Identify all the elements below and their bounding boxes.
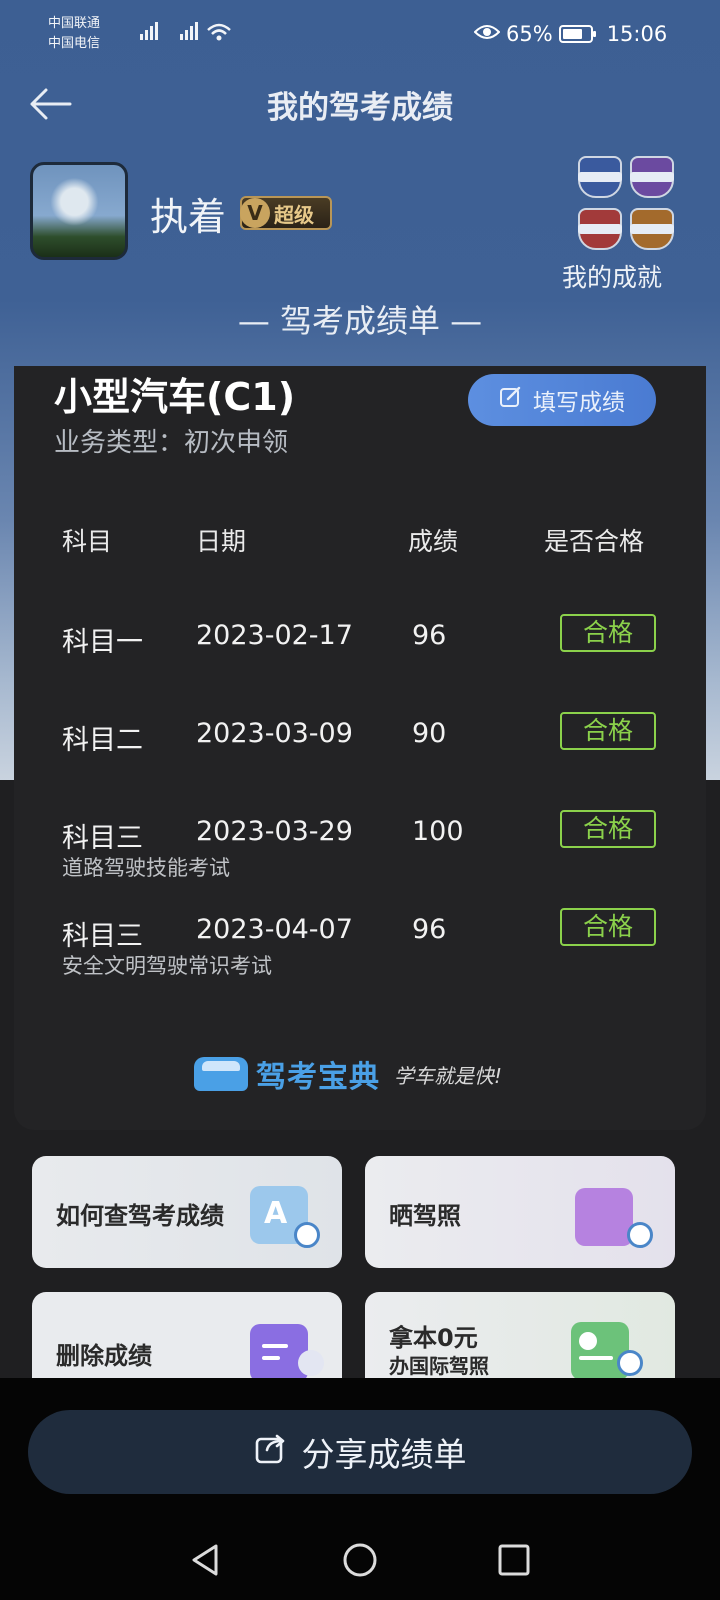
row-note: 道路驾驶技能考试 [62, 856, 230, 880]
brand-logo: 驾考宝典 学车就是快! [194, 1052, 502, 1096]
international-license-tile[interactable]: 拿本0元 办国际驾照 [365, 1292, 675, 1380]
pass-badge: 合格 [560, 810, 656, 848]
car-logo-icon [194, 1057, 248, 1091]
battery-percent: 65% [506, 22, 553, 46]
achievement-badges[interactable] [578, 156, 678, 256]
carrier-2: 中国电信 [48, 36, 101, 51]
sheet-title: — 驾考成绩单 — [237, 302, 483, 340]
score-card: 小型汽车(C1) 业务类型：初次申领 填写成绩 科目 日期 成绩 是否合格 科目… [14, 366, 706, 1130]
fill-score-button[interactable]: 填写成绩 [468, 374, 656, 426]
row-subject: 科目三 [62, 823, 143, 854]
fill-score-label: 填写成绩 [533, 390, 625, 416]
business-type: 业务类型：初次申领 [54, 428, 289, 458]
nav-home-icon[interactable] [340, 1540, 380, 1580]
avatar[interactable] [30, 162, 128, 260]
column-header-date: 日期 [196, 527, 247, 556]
show-license-tile[interactable]: 晒驾照 [365, 1156, 675, 1268]
column-header-subject: 科目 [62, 527, 113, 556]
carrier-1: 中国联通 [48, 16, 101, 31]
nav-back-icon[interactable] [186, 1540, 226, 1580]
battery-icon [558, 25, 596, 43]
table-row: 科目一 2023-02-17 96 合格 [14, 614, 706, 710]
table-row: 科目三 2023-04-07 96 合格 安全文明驾驶常识考试 [14, 908, 706, 1004]
tile-label-line1: 拿本0元 [389, 1324, 478, 1352]
eye-icon [473, 23, 501, 45]
close-icon [298, 1350, 324, 1376]
vip-label: 超级 [274, 202, 314, 227]
tile-label-line2: 办国际驾照 [389, 1354, 489, 1378]
user-name: 执着 [150, 195, 227, 239]
row-date: 2023-02-17 [196, 620, 353, 651]
column-header-score: 成绩 [408, 527, 459, 556]
share-icon [254, 1431, 288, 1473]
share-score-button[interactable]: 分享成绩单 [28, 1410, 692, 1494]
nav-recents-icon[interactable] [494, 1540, 534, 1580]
table-row: 科目二 2023-03-09 90 合格 [14, 712, 706, 808]
pass-badge: 合格 [560, 908, 656, 946]
row-date: 2023-03-09 [196, 718, 353, 749]
vip-letter: V [240, 198, 270, 228]
page-title: 我的驾考成绩 [267, 90, 453, 126]
tile-label: 删除成绩 [56, 1342, 152, 1370]
row-score: 96 [412, 620, 447, 651]
status-bar: 中国联通 中国电信 65% 15:06 [0, 0, 720, 70]
table-row: 科目三 2023-03-29 100 合格 道路驾驶技能考试 [14, 810, 706, 906]
row-date: 2023-04-07 [196, 914, 353, 945]
achievements-link[interactable]: 我的成就 [562, 258, 662, 294]
globe-icon [617, 1350, 643, 1376]
pass-badge: 合格 [560, 614, 656, 652]
pass-badge: 合格 [560, 712, 656, 750]
delete-document-icon [250, 1324, 308, 1380]
how-to-check-score-tile[interactable]: 如何查驾考成绩 A [32, 1156, 342, 1268]
row-score: 100 [412, 816, 464, 847]
medal-icon [578, 156, 622, 198]
row-score: 90 [412, 718, 447, 749]
carrier-info: 中国联通 中国电信 [48, 14, 100, 54]
row-note: 安全文明驾驶常识考试 [62, 954, 272, 978]
magnifier-icon [294, 1222, 320, 1248]
photo-icon [575, 1188, 633, 1246]
tile-label: 晒驾照 [389, 1202, 461, 1230]
column-header-result: 是否合格 [544, 527, 645, 556]
edit-icon [499, 385, 523, 415]
camera-icon [627, 1222, 653, 1248]
row-date: 2023-03-29 [196, 816, 353, 847]
vip-badge[interactable]: V 超级 [240, 196, 332, 230]
row-subject: 科目三 [62, 921, 143, 952]
signal-icon [128, 18, 236, 47]
license-type: 小型汽车(C1) [54, 375, 296, 419]
row-subject: 科目二 [62, 725, 143, 756]
row-subject: 科目一 [62, 627, 143, 658]
brand-name: 驾考宝典 [256, 1060, 380, 1095]
clock: 15:06 [606, 22, 668, 46]
share-label: 分享成绩单 [301, 1435, 467, 1474]
row-score: 96 [412, 914, 447, 945]
medal-icon [630, 208, 674, 250]
medal-icon [578, 208, 622, 250]
tile-label: 如何查驾考成绩 [56, 1202, 224, 1230]
delete-score-tile[interactable]: 删除成绩 [32, 1292, 342, 1380]
brand-slogan: 学车就是快! [394, 1063, 503, 1088]
medal-icon [630, 156, 674, 198]
